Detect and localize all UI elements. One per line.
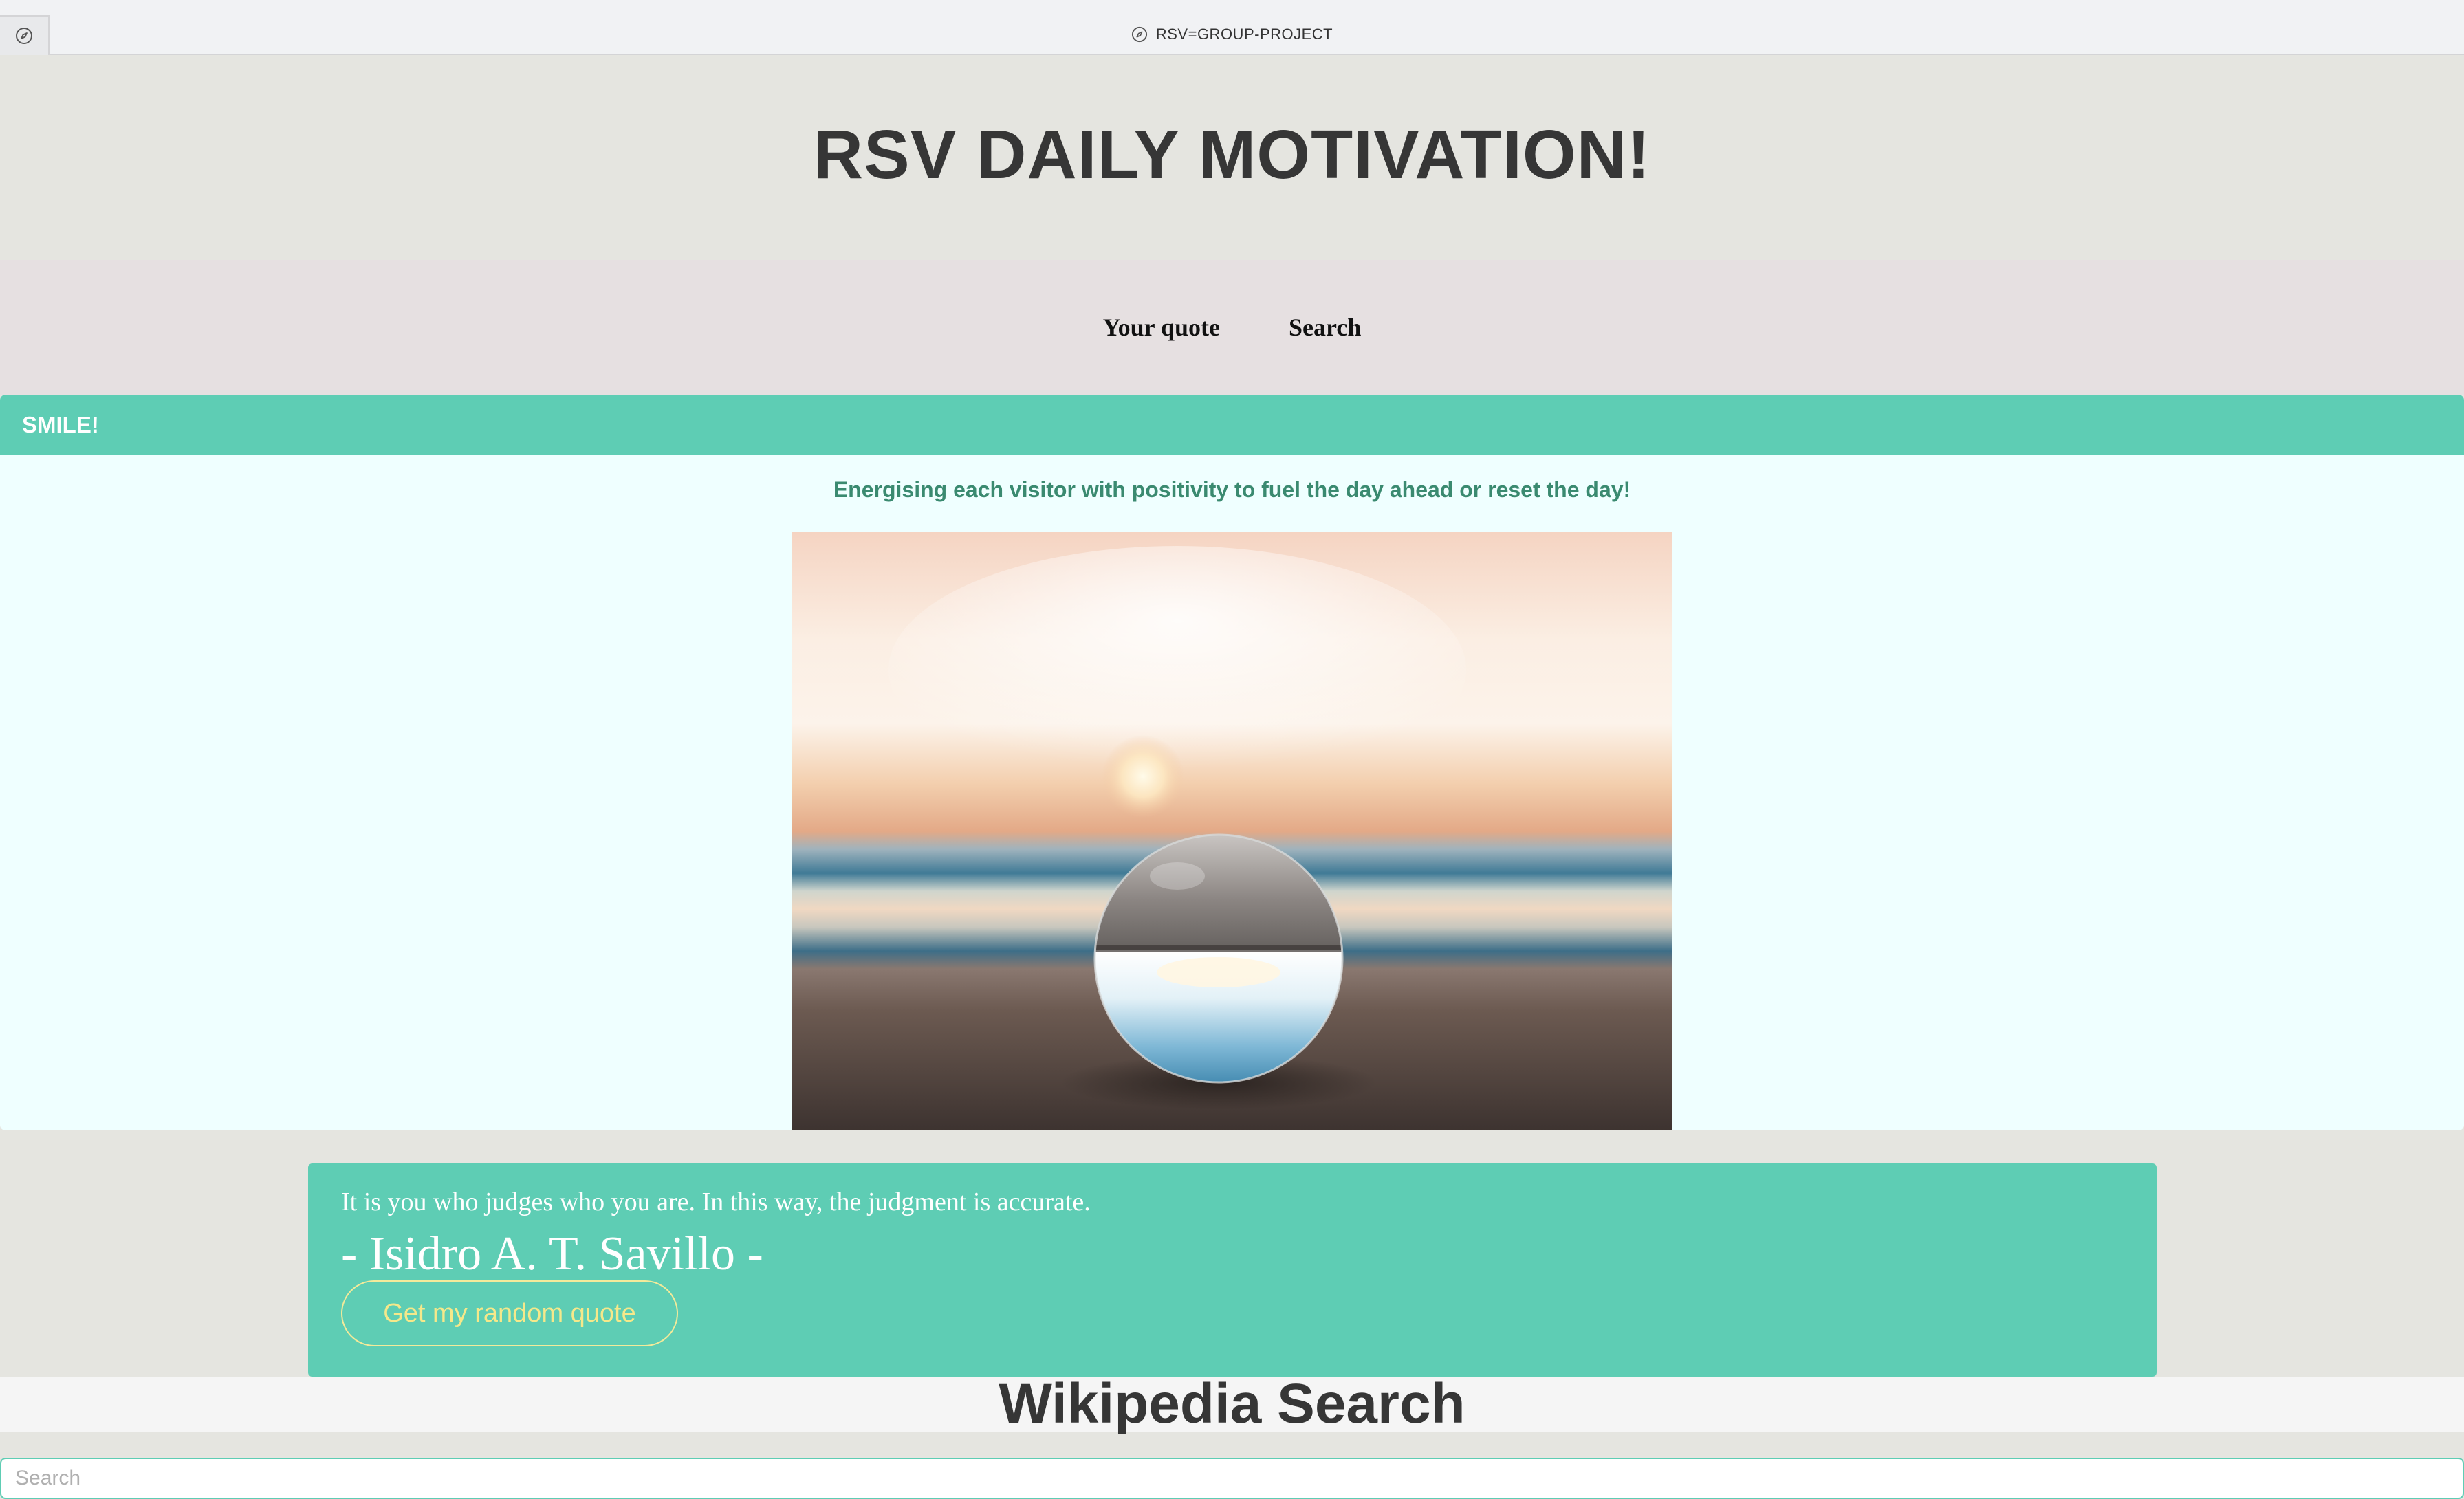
compass-icon	[1131, 26, 1148, 43]
nav-link-search[interactable]: Search	[1289, 313, 1361, 342]
quote-author: - Isidro A. T. Savillo -	[341, 1227, 763, 1280]
active-tab[interactable]: RSV=GROUP-PROJECT	[0, 23, 2464, 45]
quote-text: It is you who judges who you are. In thi…	[341, 1188, 1091, 1216]
site-header: RSV DAILY MOTIVATION!	[0, 55, 2464, 260]
wikipedia-search-input[interactable]	[0, 1458, 2464, 1499]
page-title: RSV DAILY MOTIVATION!	[813, 116, 1651, 193]
motivation-card: SMILE! Energising each visitor with posi…	[0, 395, 2464, 1130]
wikipedia-section-header: Wikipedia Search	[0, 1372, 2464, 1435]
quote-box: It is you who judges who you are. In thi…	[308, 1163, 2157, 1377]
nav-link-your-quote[interactable]: Your quote	[1103, 313, 1220, 342]
tab-title-text: RSV=GROUP-PROJECT	[1155, 25, 1333, 43]
tagline: Energising each visitor with positivity …	[833, 477, 1631, 502]
card-header-title: SMILE!	[22, 412, 99, 437]
wikipedia-title: Wikipedia Search	[999, 1372, 1465, 1435]
main-nav: Your quote Search	[0, 260, 2464, 395]
card-header: SMILE!	[0, 395, 2464, 455]
hero-image	[792, 532, 1672, 1130]
random-quote-button[interactable]: Get my random quote	[341, 1280, 678, 1346]
browser-tab-bar: RSV=GROUP-PROJECT	[0, 0, 2464, 55]
